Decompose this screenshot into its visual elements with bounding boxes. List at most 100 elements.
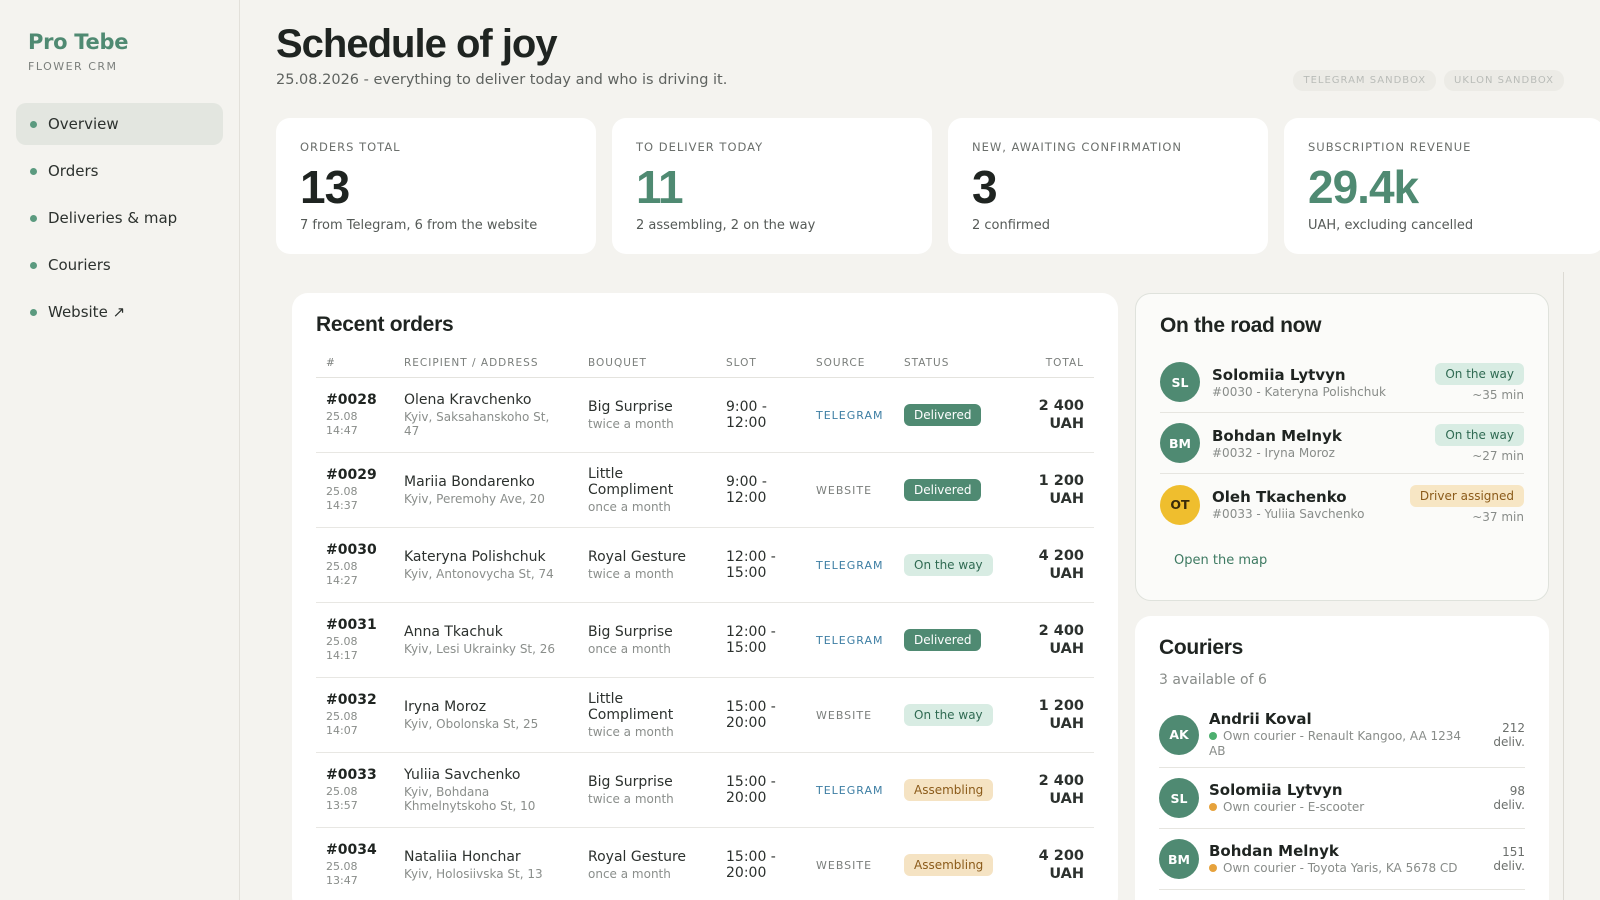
bouquet-frequency: twice a month <box>588 567 674 581</box>
avatar: SL <box>1159 778 1199 818</box>
status-badge: On the way <box>904 704 993 726</box>
table-row[interactable]: #0029 25.08 14:37 Mariia Bondarenko Kyiv, P… <box>316 452 1094 528</box>
telegram-sandbox-badge: TELEGRAM SANDBOX <box>1293 70 1437 91</box>
status-badge: Driver assigned <box>1409 485 1524 507</box>
bouquet-name: Little Compliment <box>588 691 674 723</box>
recipient-address: Kyiv, Saksahanskoho St, 47 <box>404 410 550 438</box>
sidebar-item-overview[interactable]: Overview <box>16 103 223 145</box>
col-number: # <box>316 351 394 378</box>
source-cell: TELEGRAM <box>806 602 894 678</box>
sidebar: Pro Tebe FLOWER CRM Overview Orders Deli… <box>0 0 240 900</box>
on-the-road-card: On the road now SL Solomiia Lytvyn #0030 -… <box>1135 293 1549 601</box>
dot-icon <box>30 214 37 222</box>
delivery-count: 212 deliv. <box>1493 720 1525 749</box>
status-cell: Delivered <box>894 602 1006 678</box>
recipient-name: Nataliia Honchar <box>404 849 521 865</box>
road-item-info: Bohdan Melnyk #0032 - Iryna Moroz <box>1212 427 1435 460</box>
status-cell: Delivered <box>894 452 1006 528</box>
bouquet-cell: Royal Gesture twice a month <box>578 527 716 603</box>
avatar: AK <box>1159 714 1199 755</box>
sidebar-item-website[interactable]: Website ↗ <box>16 291 223 333</box>
table-row[interactable]: #0033 25.08 13:57 Yuliia Savchenko Kyiv, Bo… <box>316 752 1094 828</box>
table-row[interactable]: #0032 25.08 14:07 Iryna Moroz Kyiv, Obolons… <box>316 677 1094 753</box>
courier-item[interactable]: BM Bohdan Melnyk Own courier - Toyota Yari… <box>1159 829 1525 890</box>
order-id-cell: #0032 25.08 14:07 <box>316 677 394 753</box>
order-id[interactable]: #0032 <box>326 692 384 708</box>
table-row[interactable]: #0031 25.08 14:17 Anna Tkachuk Kyiv, Lesi U… <box>316 602 1094 678</box>
order-id[interactable]: #0034 <box>326 842 384 858</box>
order-id[interactable]: #0028 <box>326 392 384 408</box>
status-badge: Delivered <box>904 404 982 426</box>
recipient-address: Kyiv, Obolonska St, 25 <box>404 717 539 731</box>
recipient-cell: Kateryna Polishchuk Kyiv, Antonovycha St,… <box>394 527 578 603</box>
recent-orders-card: Recent orders # RECIPIENT / ADDRESS BOUQ… <box>292 293 1118 900</box>
stat-note: UAH, excluding cancelled <box>1308 218 1474 233</box>
sidebar-item-couriers[interactable]: Couriers <box>16 244 223 286</box>
scrollbar-track[interactable] <box>1563 272 1564 900</box>
avatar: OT <box>1160 484 1200 525</box>
sidebar-item-orders[interactable]: Orders <box>16 150 223 192</box>
slot-cell: 9:00 - 12:00 <box>716 452 806 528</box>
courier-item[interactable]: SL Solomiia Lytvyn Own courier - E-scooter… <box>1159 768 1525 829</box>
slot-cell: 15:00 - 20:00 <box>716 752 806 828</box>
road-item[interactable]: SL Solomiia Lytvyn #0030 - Kateryna Polish… <box>1160 352 1524 413</box>
source-cell: WEBSITE <box>806 677 894 753</box>
bouquet-frequency: once a month <box>588 642 671 656</box>
road-item[interactable]: OT Oleh Tkachenko #0033 - Yuliia Savchenko… <box>1160 474 1524 535</box>
order-id[interactable]: #0029 <box>326 467 384 483</box>
col-total: TOTAL <box>1006 351 1094 378</box>
road-item[interactable]: BM Bohdan Melnyk #0032 - Iryna Moroz On the… <box>1160 413 1524 474</box>
status-badge: Assembling <box>904 854 994 876</box>
courier-name: Solomiia Lytvyn <box>1209 781 1343 799</box>
avatar: BM <box>1160 423 1200 463</box>
order-id[interactable]: #0033 <box>326 767 384 783</box>
stat-orders-total: ORDERS TOTAL 13 7 from Telegram, 6 from … <box>276 118 596 254</box>
availability-dot-icon <box>1209 864 1217 872</box>
table-row[interactable]: #0034 25.08 13:47 Nataliia Honchar Kyiv, Ho… <box>316 827 1094 900</box>
source-label: TELEGRAM <box>816 784 884 797</box>
courier-description: Own courier - E-scooter <box>1209 800 1475 815</box>
recipient-cell: Olena Kravchenko Kyiv, Saksahanskoho St, … <box>394 377 578 453</box>
sidebar-item-deliveries[interactable]: Deliveries & map <box>16 197 223 239</box>
bouquet-cell: Big Surprise twice a month <box>578 752 716 828</box>
order-id[interactable]: #0030 <box>326 542 384 558</box>
order-date: 25.08 14:27 <box>326 560 358 587</box>
table-row[interactable]: #0028 25.08 14:47 Olena Kravchenko Kyiv, Sa… <box>316 377 1094 453</box>
main-content: Schedule of joy 25.08.2026 - everything … <box>240 0 1600 900</box>
stat-note: 7 from Telegram, 6 from the website <box>300 218 538 233</box>
bouquet-name: Royal Gesture <box>588 849 687 865</box>
stat-value: 11 <box>636 161 684 213</box>
table-row[interactable]: #0030 25.08 14:27 Kateryna Polishchuk Kyiv,… <box>316 527 1094 603</box>
order-id[interactable]: #0031 <box>326 617 384 633</box>
delivery-count: 151 deliv. <box>1493 845 1525 873</box>
courier-vehicle: Own courier - Renault Kangoo, AA 1234 AB <box>1209 729 1462 758</box>
road-item-status: On the way ~27 min <box>1435 423 1524 463</box>
recipient-name: Olena Kravchenko <box>404 392 532 408</box>
status-cell: Assembling <box>894 752 1006 828</box>
couriers-list: AK Andrii Koval Own courier - Renault Kang… <box>1159 702 1525 890</box>
recipient-name: Yuliia Savchenko <box>404 767 521 783</box>
courier-name: Bohdan Melnyk <box>1212 426 1342 445</box>
slot-cell: 12:00 - 15:00 <box>716 602 806 678</box>
courier-info: Bohdan Melnyk Own courier - Toyota Yaris,… <box>1209 842 1475 876</box>
eta: ~27 min <box>1472 448 1524 463</box>
dot-icon <box>30 308 37 316</box>
sidebar-item-label: Deliveries & map <box>48 209 178 227</box>
source-label: TELEGRAM <box>816 409 884 422</box>
road-order: #0030 - Kateryna Polishchuk <box>1212 384 1386 399</box>
sidebar-nav: Overview Orders Deliveries & map Courier… <box>16 103 223 333</box>
source-label: TELEGRAM <box>816 559 884 572</box>
on-the-road-title: On the road now <box>1160 314 1322 337</box>
col-bouquet: BOUQUET <box>578 351 716 378</box>
recipient-cell: Yuliia Savchenko Kyiv, Bohdana Khmelnytsk… <box>394 752 578 828</box>
brand-name: Pro Tebe <box>28 30 129 54</box>
courier-vehicle: Own courier - E-scooter <box>1223 800 1365 814</box>
stat-value: 13 <box>300 161 350 213</box>
total-cell: 1 200 UAH <box>1006 677 1094 753</box>
open-map-link[interactable]: Open the map <box>1174 553 1267 568</box>
courier-item[interactable]: AK Andrii Koval Own courier - Renault Kang… <box>1159 702 1525 768</box>
total-cell: 2 400 UAH <box>1006 602 1094 678</box>
road-item-status: On the way ~35 min <box>1435 362 1524 402</box>
courier-info: Andrii Koval Own courier - Renault Kangoo… <box>1209 710 1475 759</box>
stat-label: NEW, AWAITING CONFIRMATION <box>972 140 1183 154</box>
